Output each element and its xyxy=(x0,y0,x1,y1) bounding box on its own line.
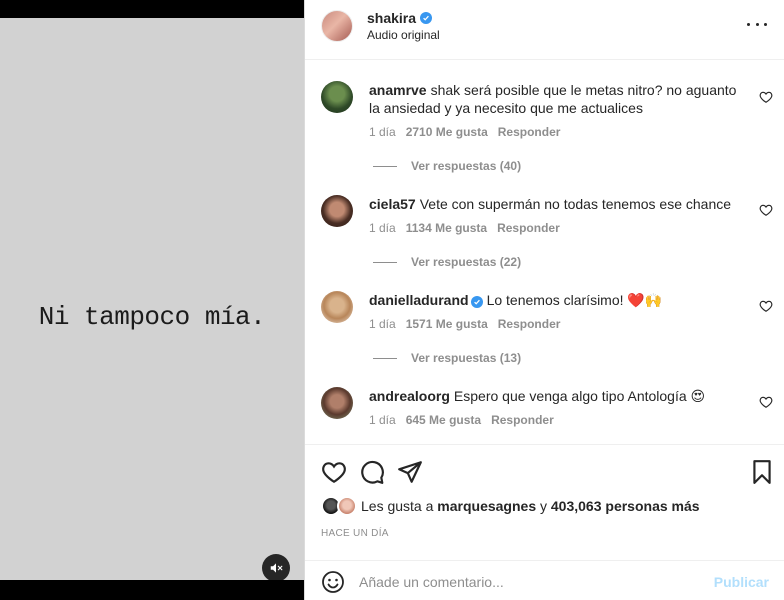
comment-text: anamrve shak será posible que le metas ni… xyxy=(369,81,741,117)
comment-body: Espero que venga algo tipo Antología 😍 xyxy=(453,388,706,404)
author-avatar[interactable] xyxy=(321,10,353,42)
view-replies-label: Ver respuestas (13) xyxy=(411,351,522,365)
comment-likes[interactable]: 1571 Me gusta xyxy=(406,317,488,331)
likes-prefix: Les gusta a xyxy=(361,498,434,514)
comment-text: danielladurand Lo tenemos clarísimo! ❤️🙌 xyxy=(369,291,741,309)
comment-meta: 1 día 1134 Me gusta Responder xyxy=(369,221,560,235)
post-actions-bar xyxy=(305,444,784,504)
comment-meta: 1 día 2710 Me gusta Responder xyxy=(369,125,560,139)
liker-username[interactable]: marquesagnes xyxy=(437,498,536,514)
heart-outline-icon[interactable] xyxy=(759,299,773,313)
commenter-avatar[interactable] xyxy=(321,195,353,227)
commenter-handle[interactable]: anamrve xyxy=(369,82,427,98)
speaker-muted-icon xyxy=(270,563,283,573)
divider-line xyxy=(373,165,397,167)
dot-icon xyxy=(747,22,750,26)
reply-button[interactable]: Responder xyxy=(498,317,561,331)
author-username[interactable]: shakira xyxy=(367,10,433,26)
heart-outline-icon[interactable] xyxy=(759,395,773,409)
video-caption-text: Ni tampoco mía. xyxy=(38,302,266,332)
video-player[interactable]: Ni tampoco mía. xyxy=(0,0,304,600)
comment-likes[interactable]: 2710 Me gusta xyxy=(406,125,488,139)
likes-connector: y xyxy=(540,498,547,514)
likes-summary[interactable]: Les gusta a marquesagnes y 403,063 perso… xyxy=(321,496,700,516)
share-paper-plane-icon[interactable] xyxy=(397,459,423,485)
comment-text: ciela57 Vete con supermán no todas tenemo… xyxy=(369,195,741,213)
liker-avatar xyxy=(337,496,357,516)
commenter-handle[interactable]: andrealoorg xyxy=(369,388,450,404)
view-replies-label: Ver respuestas (40) xyxy=(411,159,522,173)
post-header: shakira Audio original xyxy=(305,0,784,60)
verified-badge-icon xyxy=(470,296,483,308)
comment-meta: 1 día 1571 Me gusta Responder xyxy=(369,317,560,331)
comment-body: Lo tenemos clarísimo! ❤️🙌 xyxy=(486,292,663,308)
save-bookmark-icon[interactable] xyxy=(749,459,775,485)
likes-others-count[interactable]: 403,063 personas más xyxy=(551,498,700,514)
commenter-handle[interactable]: danielladurand xyxy=(369,292,469,308)
video-frame[interactable]: Ni tampoco mía. xyxy=(0,18,304,582)
comment-bubble-icon[interactable] xyxy=(359,459,385,485)
commenter-avatar[interactable] xyxy=(321,81,353,113)
view-replies-button[interactable]: Ver respuestas (22) xyxy=(373,255,521,269)
comment-time[interactable]: 1 día xyxy=(369,221,396,235)
view-replies-label: Ver respuestas (22) xyxy=(411,255,522,269)
comment-likes[interactable]: 645 Me gusta xyxy=(406,413,481,427)
liker-avatars xyxy=(321,496,359,516)
mute-button[interactable] xyxy=(262,554,290,582)
divider-line xyxy=(373,357,397,359)
commenter-handle[interactable]: ciela57 xyxy=(369,196,416,212)
reply-button[interactable]: Responder xyxy=(497,221,560,235)
commenter-avatar[interactable] xyxy=(321,291,353,323)
more-options-button[interactable] xyxy=(747,17,767,31)
comment-text: andrealoorg Espero que venga algo tipo An… xyxy=(369,387,741,405)
view-replies-button[interactable]: Ver respuestas (13) xyxy=(373,351,521,365)
audio-label[interactable]: Audio original xyxy=(367,28,440,42)
commenter-avatar[interactable] xyxy=(321,387,353,419)
video-letterbox-bottom xyxy=(0,580,304,600)
dot-icon xyxy=(755,22,759,26)
emoji-smiley-icon[interactable] xyxy=(321,570,345,594)
like-heart-icon[interactable] xyxy=(321,459,347,485)
comments-list[interactable]: anamrve shak será posible que le metas ni… xyxy=(305,61,784,443)
reply-button[interactable]: Responder xyxy=(491,413,554,427)
post-timestamp[interactable]: HACE UN DÍA xyxy=(321,528,389,539)
video-letterbox-top xyxy=(0,0,304,18)
reply-button[interactable]: Responder xyxy=(498,125,561,139)
comment-composer: Publicar xyxy=(305,560,784,600)
verified-badge-icon xyxy=(420,12,433,24)
comment-time[interactable]: 1 día xyxy=(369,125,396,139)
post-comment-button[interactable]: Publicar xyxy=(714,574,769,590)
post-side-panel: shakira Audio original anamrve shak será … xyxy=(304,0,784,600)
heart-outline-icon[interactable] xyxy=(759,203,773,217)
comment-time[interactable]: 1 día xyxy=(369,317,396,331)
comment-input[interactable] xyxy=(359,569,699,595)
dot-icon xyxy=(764,22,767,26)
comment-likes[interactable]: 1134 Me gusta xyxy=(406,221,487,235)
view-replies-button[interactable]: Ver respuestas (40) xyxy=(373,159,521,173)
comment-time[interactable]: 1 día xyxy=(369,413,396,427)
author-username-text: shakira xyxy=(367,10,417,26)
comment-body: Vete con supermán no todas tenemos ese c… xyxy=(419,196,732,212)
divider-line xyxy=(373,261,397,263)
heart-outline-icon[interactable] xyxy=(759,90,773,104)
comment-meta: 1 día 645 Me gusta Responder xyxy=(369,413,554,427)
